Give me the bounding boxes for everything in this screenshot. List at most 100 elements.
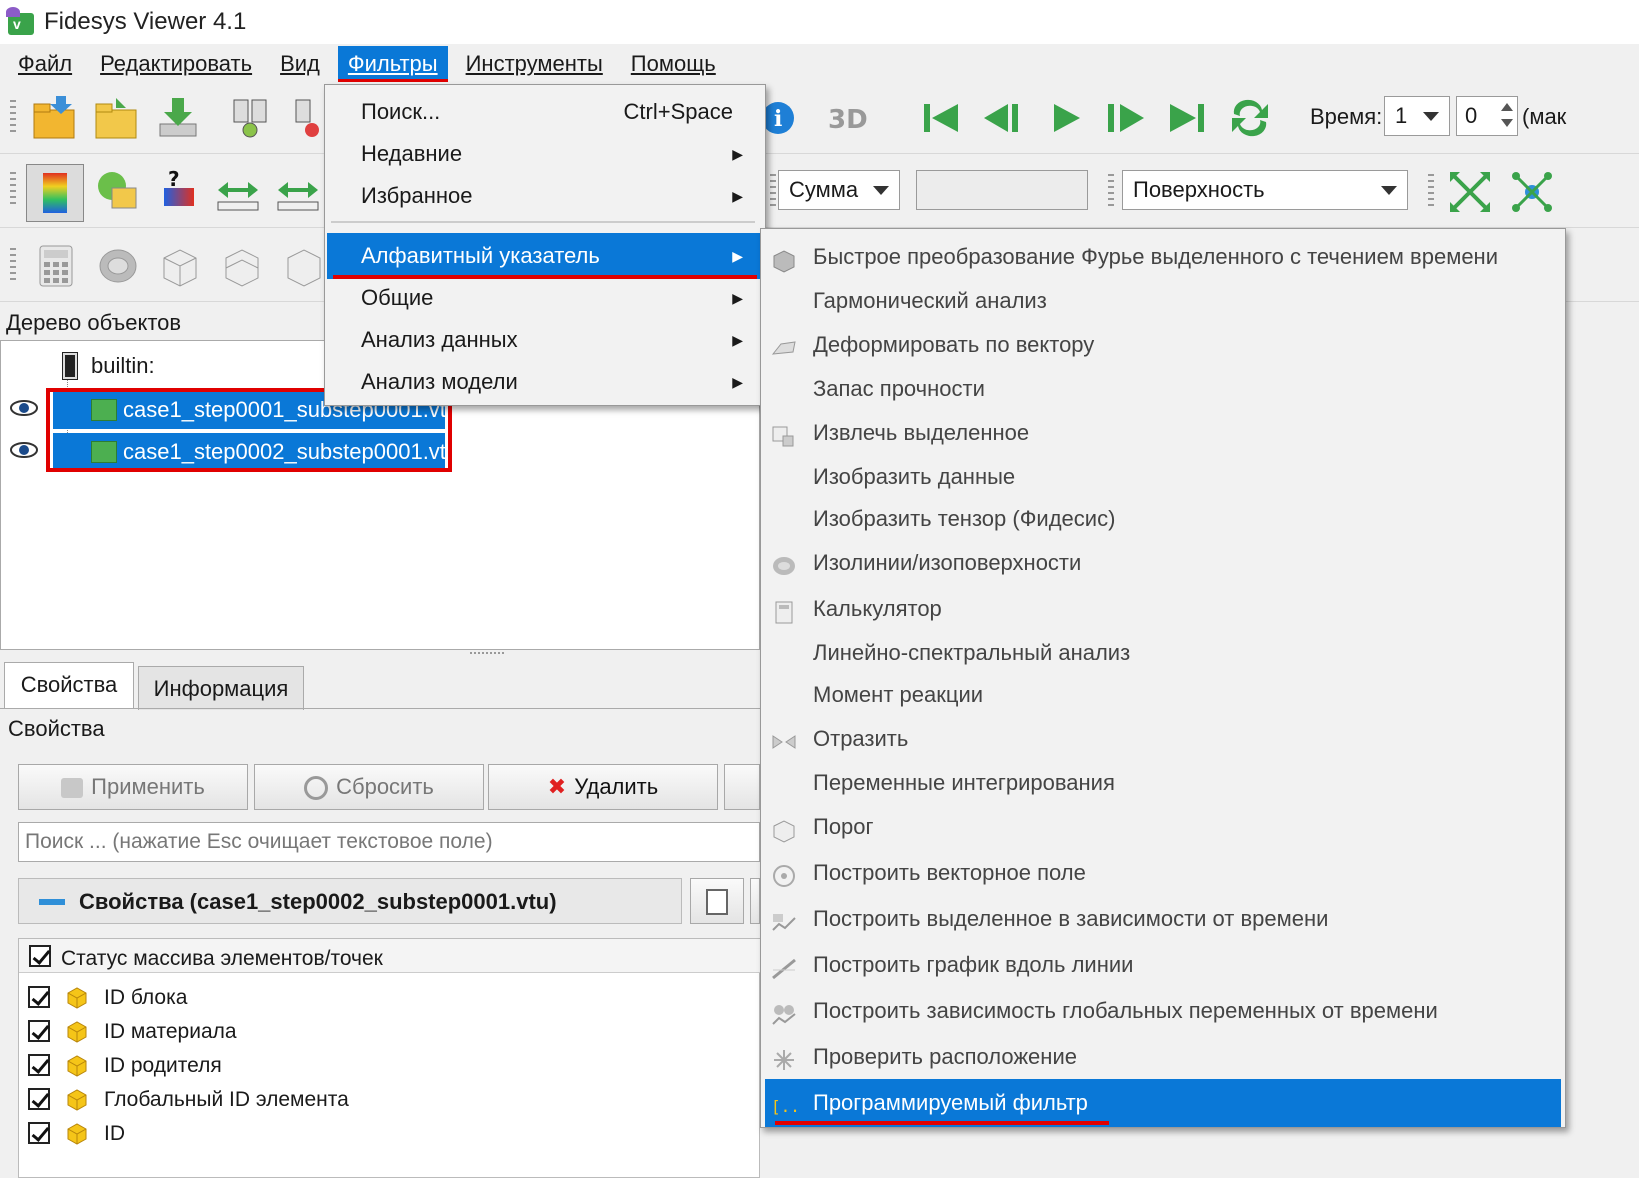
component-combo[interactable] [916, 170, 1088, 210]
first-frame-icon[interactable] [918, 94, 966, 142]
submenu-item[interactable]: Запас прочности [765, 367, 1561, 411]
representation-combo[interactable]: Поверхность [1122, 170, 1408, 210]
submenu-item[interactable]: Построить выделенное в зависимости от вр… [765, 897, 1561, 941]
array-row[interactable]: ID блока [18, 982, 760, 1016]
menu-file[interactable]: Файл [8, 46, 82, 82]
splitter-handle[interactable] [470, 652, 504, 656]
play-icon[interactable] [1044, 94, 1092, 142]
open-folder-icon[interactable] [30, 94, 78, 142]
eye-icon[interactable] [9, 393, 39, 423]
delete-button[interactable]: ✖ Удалить [488, 764, 718, 810]
submenu-item[interactable]: Линейно-спектральный анализ [765, 631, 1561, 675]
rescale-custom-icon[interactable]: ? [154, 167, 202, 216]
paste-button[interactable] [750, 878, 760, 924]
rescale-custom-range-icon[interactable] [274, 168, 322, 216]
rescale-range-icon[interactable] [214, 168, 262, 216]
color-legend-icon[interactable] [26, 164, 84, 222]
toolbar-grip[interactable] [770, 174, 776, 210]
3d-icon[interactable]: 3D [824, 94, 872, 142]
submenu-item-label: Изолинии/изоповерхности [813, 550, 1082, 575]
submenu-item[interactable]: Изобразить данные [765, 455, 1561, 499]
svg-text:[...]: [...] [771, 1097, 801, 1116]
menu-item-common[interactable]: Общие ▶ [327, 277, 763, 319]
clip-icon[interactable] [156, 242, 204, 290]
time-combo[interactable]: 1 [1384, 96, 1450, 136]
last-frame-icon[interactable] [1164, 94, 1212, 142]
menu-tools[interactable]: Инструменты [456, 46, 613, 82]
copy-button[interactable] [690, 878, 744, 924]
previous-frame-icon[interactable] [980, 94, 1028, 142]
load-state-icon[interactable] [154, 94, 202, 142]
apply-icon [61, 778, 84, 799]
submenu-item-label: Построить зависимость глобальных перемен… [813, 998, 1438, 1023]
calculator-icon[interactable] [32, 242, 80, 290]
menu-item-recent[interactable]: Недавние ▶ [327, 133, 763, 175]
submenu-item[interactable]: [...] Программируемый фильтр [765, 1079, 1561, 1127]
slice-icon[interactable] [218, 242, 266, 290]
submenu-item[interactable]: Отразить [765, 717, 1561, 761]
section-header[interactable]: Свойства (case1_step0002_substep0001.vtu… [18, 878, 682, 924]
menu-edit[interactable]: Редактировать [90, 46, 262, 82]
submenu-item[interactable]: Деформировать по вектору [765, 323, 1561, 367]
highlight-underline [775, 1121, 1109, 1125]
submenu-item[interactable]: Изобразить тензор (Фидесис) [765, 497, 1561, 541]
folder-icon[interactable] [92, 94, 140, 142]
menu-filters[interactable]: Фильтры [337, 46, 448, 82]
toolbar-grip[interactable] [1428, 174, 1434, 210]
loop-icon[interactable] [1226, 94, 1274, 142]
tree-root[interactable]: builtin: [61, 347, 155, 385]
connect-icon[interactable] [226, 94, 274, 142]
submenu-item[interactable]: Построить зависимость глобальных перемен… [765, 989, 1561, 1033]
array-row[interactable]: ID [18, 1118, 760, 1152]
menu-item-alphabetical[interactable]: Алфавитный указатель ▶ [327, 233, 763, 279]
submenu-item[interactable]: Переменные интегрирования [765, 761, 1561, 805]
menu-item-data-analysis[interactable]: Анализ данных ▶ [327, 319, 763, 361]
submenu-item[interactable]: Калькулятор [765, 587, 1561, 631]
zoom-to-data-icon[interactable] [1508, 168, 1556, 216]
time-index-spinbox[interactable]: 0 [1456, 96, 1518, 136]
toolbar-grip[interactable] [10, 172, 16, 208]
submenu-item[interactable]: Порог [765, 805, 1561, 849]
array-row[interactable]: ID родителя [18, 1050, 760, 1084]
array-checkbox[interactable] [28, 1054, 50, 1076]
menu-item-model-analysis[interactable]: Анализ модели ▶ [327, 361, 763, 403]
reset-camera-icon[interactable] [1446, 168, 1494, 216]
color-by-combo[interactable]: Сумма [778, 170, 900, 210]
toolbar-grip[interactable] [10, 100, 16, 136]
menu-help[interactable]: Помощь [621, 46, 726, 82]
array-checkbox[interactable] [28, 1122, 50, 1144]
section-title: Свойства (case1_step0002_substep0001.vtu… [79, 889, 557, 914]
edit-color-map-icon[interactable] [94, 168, 142, 216]
submenu-item[interactable]: Гармонический анализ [765, 279, 1561, 323]
submenu-item[interactable]: Изолинии/изоповерхности [765, 541, 1561, 585]
toolbar-grip[interactable] [10, 248, 16, 284]
array-row[interactable]: ID материала [18, 1016, 760, 1050]
threshold-icon[interactable] [280, 242, 328, 290]
header-checkbox[interactable] [29, 945, 51, 967]
apply-button[interactable]: Применить [18, 764, 248, 810]
array-checkbox[interactable] [28, 986, 50, 1008]
menu-item-search[interactable]: Поиск... Ctrl+Space [327, 91, 763, 133]
menu-view[interactable]: Вид [270, 46, 330, 82]
submenu-item[interactable]: Построить векторное поле [765, 851, 1561, 895]
contour-icon[interactable] [94, 242, 142, 290]
menu-item-favorites[interactable]: Избранное ▶ [327, 175, 763, 217]
tab-information[interactable]: Информация [138, 666, 304, 710]
submenu-item[interactable]: Построить график вдоль линии [765, 943, 1561, 987]
submenu-item[interactable]: Извлечь выделенное [765, 411, 1561, 455]
tab-properties[interactable]: Свойства [4, 662, 134, 708]
submenu-item[interactable]: Проверить расположение [765, 1035, 1561, 1079]
array-checkbox[interactable] [28, 1088, 50, 1110]
toolbar-grip[interactable] [1108, 174, 1114, 210]
alphabetical-submenu: Быстрое преобразование Фурье выделенного… [760, 228, 1566, 1128]
array-checkbox[interactable] [28, 1020, 50, 1042]
submenu-item[interactable]: Момент реакции [765, 673, 1561, 717]
reset-button[interactable]: Сбросить [254, 764, 484, 810]
search-input[interactable]: Поиск ... (нажатие Esc очищает текстовое… [18, 822, 760, 862]
next-frame-icon[interactable] [1102, 94, 1150, 142]
eye-icon[interactable] [9, 435, 39, 465]
help-button[interactable] [724, 764, 760, 810]
array-row[interactable]: Глобальный ID элемента [18, 1084, 760, 1118]
submenu-item[interactable]: Быстрое преобразование Фурье выделенного… [765, 235, 1561, 279]
arrays-header[interactable]: Статус массива элементов/точек [19, 939, 761, 973]
